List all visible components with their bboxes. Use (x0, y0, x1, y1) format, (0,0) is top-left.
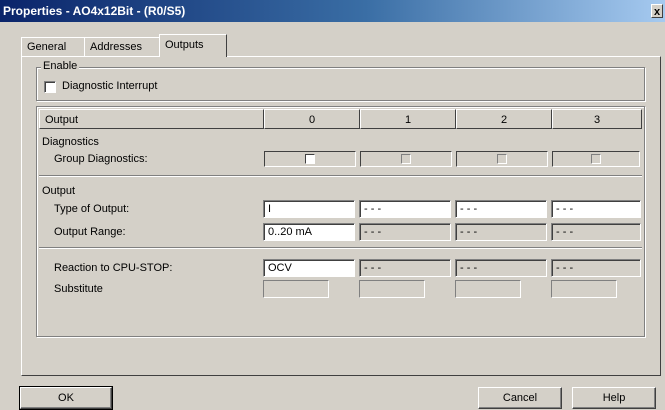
output-range-ch0[interactable]: 0..20 mA (263, 223, 355, 241)
properties-dialog: General Addresses Outputs Enable Diagnos… (0, 22, 665, 410)
cancel-button-label: Cancel (502, 392, 538, 404)
output-range-ch2: - - - (455, 223, 547, 241)
separator-diagnostics (39, 175, 642, 177)
group-diagnostics-label: Group Diagnostics: (54, 153, 148, 165)
group-diagnostics-ch2-checkbox (497, 154, 507, 164)
ok-button[interactable]: OK (19, 386, 113, 410)
group-diagnostics-ch1-checkbox (401, 154, 411, 164)
tab-outputs[interactable]: Outputs (159, 34, 227, 57)
close-icon[interactable]: x (651, 4, 663, 18)
substitute-ch1 (359, 280, 425, 298)
group-diagnostics-ch2[interactable] (456, 151, 548, 167)
header-output-label: Output (45, 114, 79, 126)
header-channel-3[interactable]: 3 (552, 109, 642, 129)
help-button-label: Help (602, 392, 626, 404)
help-button[interactable]: Help (572, 387, 656, 409)
header-channel-2-label: 2 (500, 114, 508, 126)
diagnostics-section-label: Diagnostics (42, 136, 99, 148)
output-section-label: Output (42, 185, 76, 197)
ok-button-label: OK (58, 392, 74, 404)
header-channel-3-label: 3 (593, 114, 601, 126)
header-channel-2[interactable]: 2 (456, 109, 552, 129)
tab-addresses[interactable]: Addresses (84, 37, 160, 57)
separator-output (39, 247, 642, 249)
title-bar: Properties - AO4x12Bit - (R0/S5) x (0, 0, 665, 22)
output-table-group (36, 106, 645, 337)
group-diagnostics-ch0-checkbox (305, 154, 315, 164)
header-output: Output (39, 109, 264, 129)
substitute-ch2 (455, 280, 521, 298)
header-channel-1[interactable]: 1 (360, 109, 456, 129)
outputs-panel: Enable Diagnostic Interrupt Output 0 1 2… (21, 56, 661, 376)
group-diagnostics-ch3[interactable] (552, 151, 640, 167)
diagnostic-interrupt-label: Diagnostic Interrupt (62, 80, 158, 92)
reaction-to-cpu-stop-ch2: - - - (455, 259, 547, 277)
group-diagnostics-ch3-checkbox (591, 154, 601, 164)
reaction-to-cpu-stop-ch0[interactable]: OCV (263, 259, 355, 277)
output-range-ch1: - - - (359, 223, 451, 241)
type-of-output-label: Type of Output: (54, 203, 130, 215)
type-of-output-ch2[interactable]: - - - (455, 200, 547, 218)
output-range-ch3: - - - (551, 223, 641, 241)
reaction-to-cpu-stop-label: Reaction to CPU-STOP: (54, 262, 173, 274)
reaction-to-cpu-stop-ch1: - - - (359, 259, 451, 277)
group-diagnostics-ch0[interactable] (264, 151, 356, 167)
tab-general[interactable]: General (21, 37, 85, 57)
output-range-label: Output Range: (54, 226, 126, 238)
type-of-output-ch0[interactable]: I (263, 200, 355, 218)
window-title: Properties - AO4x12Bit - (R0/S5) (3, 4, 186, 18)
type-of-output-ch1[interactable]: - - - (359, 200, 451, 218)
header-channel-0-label: 0 (308, 114, 316, 126)
tab-general-label: General (27, 41, 67, 53)
substitute-ch3 (551, 280, 617, 298)
tab-addresses-label: Addresses (90, 41, 142, 53)
substitute-ch0 (263, 280, 329, 298)
diagnostic-interrupt-checkbox[interactable] (44, 81, 56, 93)
enable-legend: Enable (41, 60, 80, 72)
tab-outputs-label: Outputs (165, 39, 204, 51)
header-channel-1-label: 1 (404, 114, 412, 126)
header-channel-0[interactable]: 0 (264, 109, 360, 129)
reaction-to-cpu-stop-ch3: - - - (551, 259, 641, 277)
substitute-label: Substitute (54, 283, 103, 295)
group-diagnostics-ch1[interactable] (360, 151, 452, 167)
type-of-output-ch3[interactable]: - - - (551, 200, 641, 218)
cancel-button[interactable]: Cancel (478, 387, 562, 409)
